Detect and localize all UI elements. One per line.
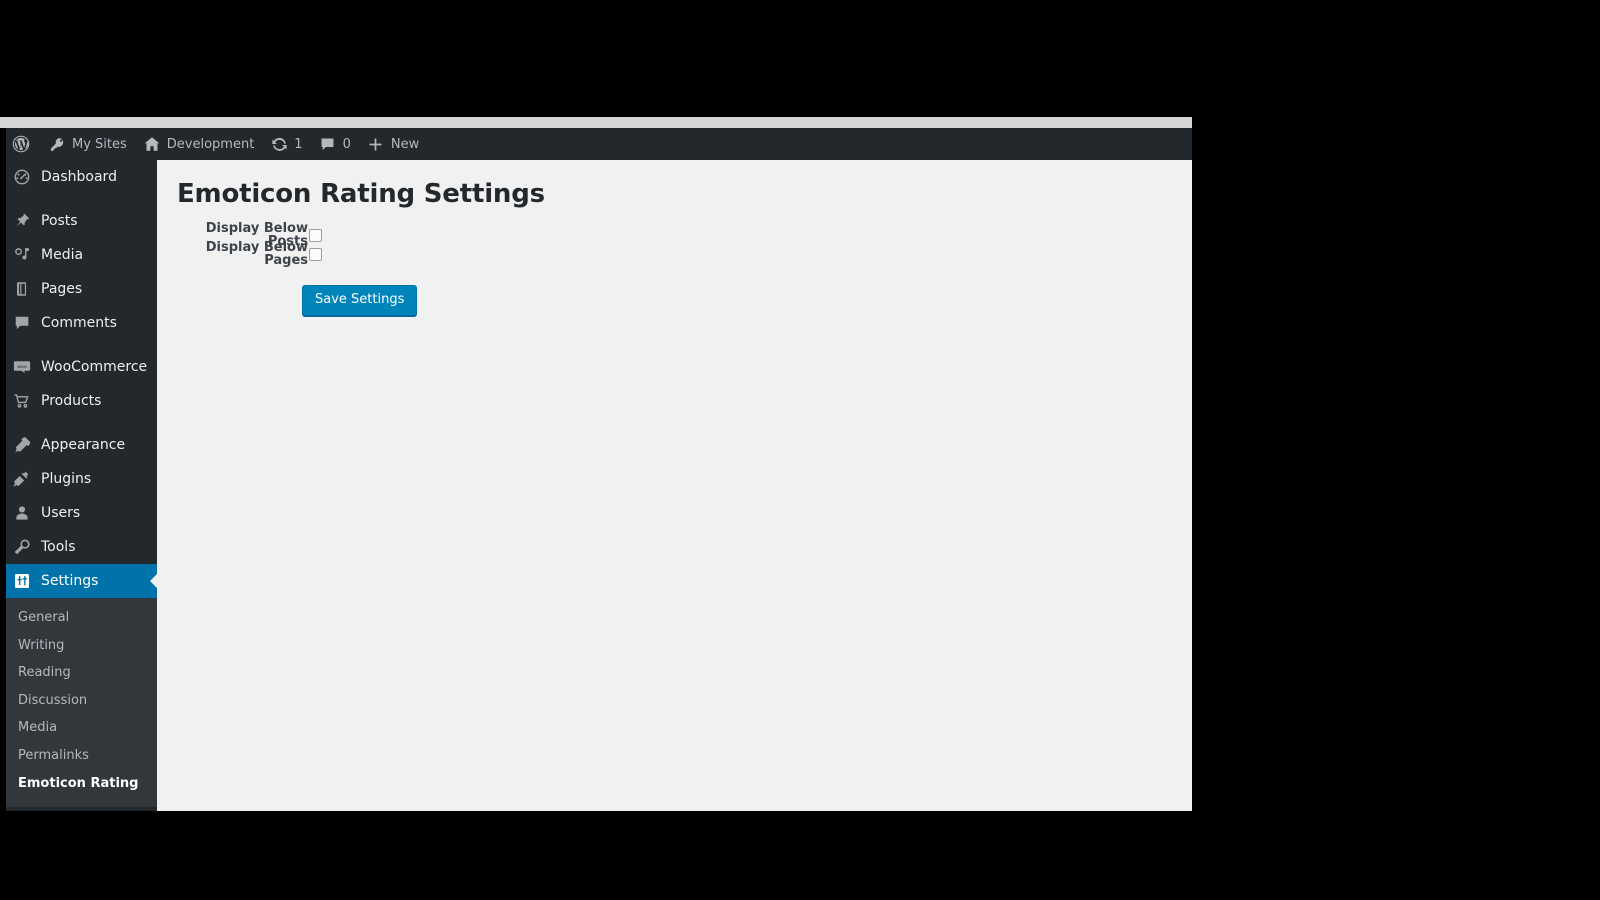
- site-name-label: Development: [166, 136, 255, 152]
- submenu-item-discussion[interactable]: Discussion: [6, 687, 157, 715]
- menu-separator: [6, 194, 157, 204]
- sidebar-label-tools: Tools: [41, 539, 76, 555]
- sidebar-label-settings: Settings: [41, 573, 99, 589]
- admin-sidebar-menu: Dashboard Posts Media Pages Comments woo…: [6, 160, 157, 811]
- sidebar-item-dashboard[interactable]: Dashboard: [6, 160, 157, 194]
- sidebar-item-comments[interactable]: Comments: [6, 306, 157, 340]
- sidebar-item-settings[interactable]: Settings: [6, 564, 157, 598]
- submenu-item-media[interactable]: Media: [6, 714, 157, 742]
- menu-separator: [6, 418, 157, 428]
- sidebar-item-tools[interactable]: Tools: [6, 530, 157, 564]
- comments-count: 0: [342, 136, 351, 152]
- form-row-display-below-posts: Display Below Posts: [177, 222, 1172, 248]
- cart-icon: [12, 391, 32, 411]
- sidebar-label-products: Products: [41, 393, 102, 409]
- sidebar-item-posts[interactable]: Posts: [6, 204, 157, 238]
- sidebar-item-pages[interactable]: Pages: [6, 272, 157, 306]
- sidebar-label-posts: Posts: [41, 213, 78, 229]
- sidebar-label-appearance: Appearance: [41, 437, 126, 453]
- submenu-item-general[interactable]: General: [6, 604, 157, 632]
- settings-sliders-icon: [12, 571, 32, 591]
- plugins-plug-icon: [12, 469, 32, 489]
- my-sites-menu[interactable]: My Sites: [40, 128, 135, 160]
- updates-count: 1: [294, 136, 303, 152]
- menu-separator: [6, 340, 157, 350]
- new-content-label: New: [390, 136, 420, 152]
- sidebar-label-users: Users: [41, 505, 81, 521]
- sidebar-label-pages: Pages: [41, 281, 83, 297]
- submenu-item-permalinks[interactable]: Permalinks: [6, 742, 157, 770]
- dashboard-icon: [12, 167, 32, 187]
- new-content-menu[interactable]: New: [359, 128, 427, 160]
- admin-bar: My Sites Development 1 0 New: [6, 128, 1192, 160]
- my-sites-label: My Sites: [72, 136, 127, 152]
- save-settings-button[interactable]: Save Settings: [302, 284, 418, 317]
- svg-text:woo: woo: [17, 365, 27, 370]
- main-content-area: Emoticon Rating Settings Display Below P…: [157, 160, 1192, 811]
- submenu-item-emoticon-rating[interactable]: Emoticon Rating: [6, 770, 157, 798]
- sidebar-label-plugins: Plugins: [41, 471, 92, 487]
- site-name-menu[interactable]: Development: [135, 128, 263, 160]
- sidebar-item-woocommerce[interactable]: woo WooCommerce: [6, 350, 157, 384]
- home-icon: [143, 135, 161, 153]
- plus-icon: [367, 135, 385, 153]
- sidebar-item-appearance[interactable]: Appearance: [6, 428, 157, 462]
- pages-icon: [12, 279, 32, 299]
- tools-wrench-icon: [12, 537, 32, 557]
- submenu-item-writing[interactable]: Writing: [6, 632, 157, 660]
- woocommerce-icon: woo: [12, 357, 32, 377]
- checkbox-display-below-posts[interactable]: [309, 228, 322, 242]
- form-row-display-below-pages: Display Below Pages: [177, 241, 1172, 267]
- updates-icon: [270, 135, 288, 153]
- comment-bubble-icon: [319, 135, 337, 153]
- sidebar-item-users[interactable]: Users: [6, 496, 157, 530]
- comment-bubble-icon: [12, 313, 32, 333]
- wordpress-logo-icon: [12, 135, 30, 153]
- pin-icon: [12, 211, 32, 231]
- appearance-brush-icon: [12, 435, 32, 455]
- users-icon: [12, 503, 32, 523]
- sidebar-label-comments: Comments: [41, 315, 117, 331]
- wordpress-logo-button[interactable]: [6, 128, 40, 160]
- label-display-below-pages: Display Below Pages: [205, 240, 308, 269]
- submenu-item-reading[interactable]: Reading: [6, 659, 157, 687]
- sidebar-label-dashboard: Dashboard: [41, 169, 117, 185]
- key-icon: [48, 135, 66, 153]
- sidebar-item-media[interactable]: Media: [6, 238, 157, 272]
- sidebar-label-woocommerce: WooCommerce: [41, 359, 148, 375]
- updates-button[interactable]: 1: [262, 128, 310, 160]
- browser-viewport: My Sites Development 1 0 New Dashboard P…: [0, 117, 1192, 811]
- save-button-wrapper: Save Settings: [177, 284, 1172, 317]
- checkbox-display-below-pages[interactable]: [309, 247, 322, 261]
- sidebar-item-products[interactable]: Products: [6, 384, 157, 418]
- page-title: Emoticon Rating Settings: [177, 179, 545, 209]
- settings-form: Display Below Posts Display Below Pages: [177, 222, 1172, 267]
- settings-submenu: General Writing Reading Discussion Media…: [6, 598, 157, 808]
- browser-chrome-strip: [0, 117, 1192, 128]
- sidebar-item-plugins[interactable]: Plugins: [6, 462, 157, 496]
- sidebar-label-media: Media: [41, 247, 84, 263]
- media-icon: [12, 245, 32, 265]
- comments-button[interactable]: 0: [311, 128, 359, 160]
